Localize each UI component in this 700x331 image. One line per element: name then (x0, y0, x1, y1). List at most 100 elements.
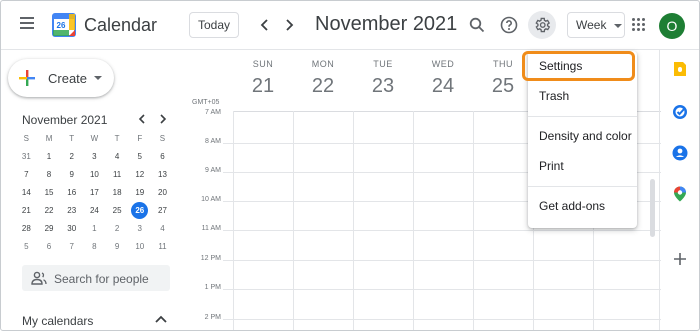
mini-calendar-day[interactable]: 3 (128, 219, 151, 237)
mini-calendar-day[interactable]: 12 (128, 165, 151, 183)
svg-text:26: 26 (57, 21, 66, 30)
mini-calendar-day[interactable]: 5 (128, 147, 151, 165)
mini-calendar: S M T W T F S 31 1 2 3 4 5 6 7 8 9 10 11… (15, 129, 175, 255)
menu-item-trash[interactable]: Trash (528, 82, 637, 110)
caret-down-icon (94, 76, 102, 80)
account-avatar[interactable]: O (659, 13, 685, 39)
day-number: 21 (251, 75, 275, 97)
add-icon[interactable] (672, 251, 688, 267)
mini-calendar-day[interactable]: 18 (106, 183, 129, 201)
mini-calendar-day[interactable]: 24 (83, 201, 106, 219)
mini-calendar-day[interactable]: 8 (83, 237, 106, 255)
previous-week-button[interactable] (255, 15, 275, 35)
mini-calendar-day[interactable]: 11 (151, 237, 174, 255)
mini-calendar-day[interactable]: 2 (106, 219, 129, 237)
mini-calendar-day[interactable]: 27 (151, 201, 174, 219)
mini-calendar-day[interactable]: 10 (128, 237, 151, 255)
mini-calendar-week: 14 15 16 17 18 19 20 (15, 183, 175, 201)
time-label: 1 PM (204, 284, 221, 291)
mini-calendar-today[interactable]: 26 (128, 201, 151, 219)
time-label-partial: 7 AM (205, 109, 221, 116)
time-label: 11 AM (201, 225, 221, 232)
plus-icon (19, 70, 35, 86)
menu-item-get-add-ons[interactable]: Get add-ons (528, 192, 637, 220)
menu-divider (528, 116, 637, 117)
mini-calendar-day[interactable]: 13 (151, 165, 174, 183)
mini-calendar-day[interactable]: 17 (83, 183, 106, 201)
mini-calendar-day[interactable]: 4 (151, 219, 174, 237)
mini-calendar-day[interactable]: 22 (38, 201, 61, 219)
menu-icon[interactable] (17, 15, 37, 35)
mini-calendar-day[interactable]: 6 (38, 237, 61, 255)
day-of-week: SUN (252, 59, 274, 69)
caret-down-icon (614, 24, 622, 28)
chevron-right-icon (160, 114, 167, 124)
weekday-label: F (137, 133, 143, 143)
mini-calendar-day[interactable]: 28 (15, 219, 38, 237)
mini-calendar-day[interactable]: 10 (83, 165, 106, 183)
mini-calendar-day[interactable]: 6 (151, 147, 174, 165)
my-calendars-header[interactable]: My calendars (22, 314, 93, 328)
mini-calendar-day[interactable]: 29 (38, 219, 61, 237)
mini-calendar-day[interactable]: 9 (106, 237, 129, 255)
menu-item-print[interactable]: Print (528, 152, 637, 180)
mini-calendar-next-button[interactable] (155, 111, 171, 127)
current-period-title: November 2021 (315, 13, 458, 35)
mini-calendar-day[interactable]: 5 (15, 237, 38, 255)
mini-calendar-day[interactable]: 19 (128, 183, 151, 201)
time-label: 8 AM (205, 138, 221, 145)
weekday-label: W (90, 133, 99, 143)
maps-icon[interactable] (672, 186, 688, 202)
mini-calendar-day[interactable]: 3 (83, 147, 106, 165)
mini-calendar-day[interactable]: 21 (15, 201, 38, 219)
apps-icon[interactable] (632, 18, 646, 32)
mini-calendar-day[interactable]: 8 (38, 165, 61, 183)
day-header[interactable]: TUE 23 (353, 59, 413, 98)
time-label: 2 PM (204, 314, 221, 321)
tasks-icon[interactable] (672, 104, 688, 120)
gear-icon (531, 14, 553, 36)
menu-item-density-and-color[interactable]: Density and color (528, 122, 637, 150)
mini-calendar-day[interactable]: 4 (106, 147, 129, 165)
top-bar: 26 Calendar Today November 2021 Week O (1, 1, 699, 49)
keep-icon[interactable] (672, 61, 688, 77)
search-people-placeholder: Search for people (54, 272, 149, 286)
timezone-label: GMT+05 (192, 99, 220, 106)
app-window: 26 Calendar Today November 2021 Week O C… (0, 0, 700, 331)
mini-calendar-day[interactable]: 31 (15, 147, 38, 165)
mini-calendar-day[interactable]: 9 (60, 165, 83, 183)
day-column-divider (413, 111, 414, 330)
view-selector[interactable]: Week (567, 12, 625, 38)
today-button[interactable]: Today (189, 12, 239, 38)
mini-calendar-day[interactable]: 7 (60, 237, 83, 255)
day-number: 23 (371, 75, 395, 97)
scrollbar-thumb[interactable] (650, 179, 655, 237)
mini-calendar-day[interactable]: 15 (38, 183, 61, 201)
day-header[interactable]: WED 24 (413, 59, 473, 98)
mini-calendar-day[interactable]: 25 (106, 201, 129, 219)
help-button[interactable] (498, 14, 520, 36)
menu-divider (528, 186, 637, 187)
mini-calendar-day[interactable]: 16 (60, 183, 83, 201)
mini-calendar-day[interactable]: 1 (83, 219, 106, 237)
contacts-icon[interactable] (672, 145, 688, 161)
create-label: Create (48, 71, 88, 86)
mini-calendar-day[interactable]: 1 (38, 147, 61, 165)
mini-calendar-day[interactable]: 23 (60, 201, 83, 219)
search-people-input[interactable]: Search for people (22, 265, 170, 291)
day-header[interactable]: SUN 21 (233, 59, 293, 98)
mini-calendar-weekdays: S M T W T F S (15, 129, 175, 147)
mini-calendar-prev-button[interactable] (134, 111, 150, 127)
chevron-up-icon[interactable] (154, 314, 168, 324)
mini-calendar-day[interactable]: 11 (106, 165, 129, 183)
mini-calendar-day[interactable]: 2 (60, 147, 83, 165)
day-header[interactable]: MON 22 (293, 59, 353, 98)
next-week-button[interactable] (279, 15, 299, 35)
mini-calendar-day[interactable]: 14 (15, 183, 38, 201)
create-button[interactable]: Create (8, 59, 114, 97)
mini-calendar-day[interactable]: 7 (15, 165, 38, 183)
mini-calendar-day[interactable]: 30 (60, 219, 83, 237)
search-button[interactable] (466, 14, 488, 36)
mini-calendar-day[interactable]: 20 (151, 183, 174, 201)
hour-line (223, 319, 661, 320)
